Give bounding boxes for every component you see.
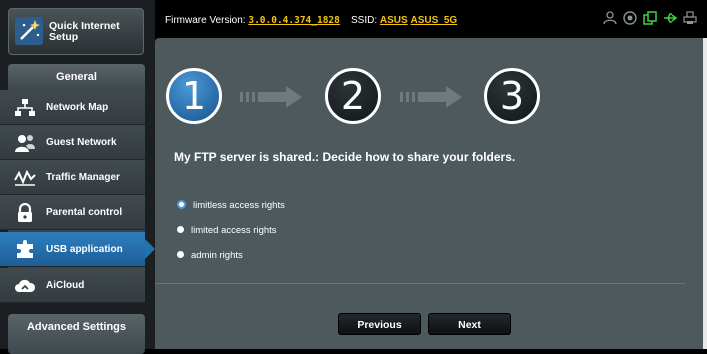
sidebar-item-traffic-manager[interactable]: Traffic Manager [0,160,145,195]
step-3-indicator: 3 [484,68,540,124]
quick-internet-setup-label: Quick Internet Setup [49,20,120,43]
quick-internet-setup-button[interactable]: Quick Internet Setup [8,8,144,55]
magic-wand-icon [15,17,43,45]
option-label: admin rights [191,250,243,261]
sidebar-item-label: AiCloud [46,280,85,291]
top-bar: Firmware Version: 3.0.0.4.374_1828 SSID:… [155,0,707,38]
sidebar: Quick Internet Setup General Network Map… [0,0,155,354]
radio-icon[interactable] [177,250,184,258]
sidebar-item-aicloud[interactable]: AiCloud [0,268,145,303]
sidebar-item-label: Guest Network [46,137,117,148]
traffic-manager-icon [14,169,36,186]
sidebar-item-label: Network Map [46,102,109,113]
wizard-panel: 1 2 3 My FTP server is shared.: Decide h… [155,38,707,349]
ssid-label: SSID: [351,15,378,26]
globe-icon[interactable] [623,11,637,25]
network-map-icon [15,99,35,116]
ssid-link-2g[interactable]: ASUS [380,15,408,26]
usb-application-icon [17,240,33,258]
previous-button[interactable]: Previous [338,313,421,335]
ssid-link-5g[interactable]: ASUS_5G [410,15,457,26]
advanced-settings-label: Advanced Settings [26,321,127,333]
copy-icon[interactable] [643,11,657,25]
aicloud-icon [15,279,36,292]
firmware-info: Firmware Version: 3.0.0.4.374_1828 SSID:… [165,15,457,26]
next-button[interactable]: Next [428,313,511,335]
radio-checked-icon[interactable] [177,199,186,209]
active-indicator [145,239,155,259]
sidebar-item-guest-network[interactable]: Guest Network [0,125,145,160]
general-header: General [8,64,145,90]
user-icon[interactable] [603,11,617,25]
radio-icon[interactable] [177,225,184,233]
wizard-heading: My FTP server is shared.: Decide how to … [174,150,516,164]
firmware-version-link[interactable]: 3.0.0.4.374_1828 [248,15,340,26]
sidebar-item-network-map[interactable]: Network Map [0,90,145,125]
sidebar-item-usb-application[interactable]: USB application [0,232,155,267]
option-label: limited access rights [191,225,277,236]
guest-network-icon [15,135,35,152]
firmware-label: Firmware Version: [165,15,246,26]
sidebar-item-label: Parental control [46,207,123,218]
step-2-indicator: 2 [325,68,381,124]
sidebar-item-label: Traffic Manager [46,172,120,183]
step-arrow-icon [240,86,302,108]
divider [155,283,685,284]
option-label: limitless access rights [193,200,285,211]
parental-control-icon [18,203,32,222]
usb-icon[interactable] [663,11,677,25]
option-limited-access[interactable]: limited access rights [177,224,277,238]
option-limitless-access[interactable]: limitless access rights [177,199,285,213]
option-admin-rights[interactable]: admin rights [177,249,243,263]
step-arrow-icon [400,86,462,108]
advanced-settings-header: Advanced Settings [8,314,145,354]
status-icons [603,11,697,25]
printer-icon[interactable] [683,11,697,25]
sidebar-item-label: USB application [46,244,123,255]
step-1-indicator: 1 [166,68,222,124]
sidebar-item-parental-control[interactable]: Parental control [0,195,145,230]
page-edge [703,38,707,349]
